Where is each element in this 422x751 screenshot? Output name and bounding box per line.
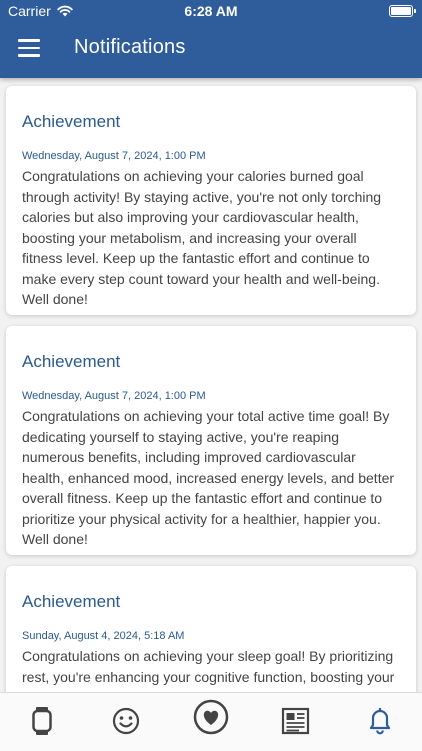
notification-card[interactable]: Achievement Wednesday, August 7, 2024, 1… <box>6 326 416 555</box>
notification-body: Congratulations on achieving your total … <box>22 408 395 547</box>
bell-icon <box>369 708 391 735</box>
tab-watch[interactable] <box>22 701 62 741</box>
notification-date: Sunday, August 4, 2024, 5:18 AM <box>22 630 185 642</box>
notification-card[interactable]: Achievement Sunday, August 4, 2024, 5:18… <box>6 566 416 692</box>
tab-notifications[interactable] <box>360 701 400 741</box>
tab-mood[interactable] <box>106 701 146 741</box>
hamburger-menu-icon[interactable] <box>18 39 40 57</box>
battery-icon <box>389 5 416 17</box>
watch-icon <box>32 707 52 735</box>
page-title: Notifications <box>74 36 186 58</box>
notification-title: Achievement <box>22 352 121 371</box>
notification-title: Achievement <box>22 592 121 611</box>
heart-icon <box>193 699 229 735</box>
status-bar: Carrier 6:28 AM <box>0 0 422 22</box>
tab-news[interactable] <box>275 701 315 741</box>
status-time: 6:28 AM <box>184 3 238 19</box>
tab-health[interactable] <box>191 697 231 737</box>
notification-date: Wednesday, August 7, 2024, 1:00 PM <box>22 150 206 162</box>
notification-body: Congratulations on achieving your calori… <box>22 168 382 307</box>
app-header: Carrier 6:28 AM Notifications <box>0 0 422 78</box>
notification-body: Congratulations on achieving your sleep … <box>22 648 395 692</box>
nav-bar: Notifications <box>0 22 422 78</box>
notification-list[interactable]: Achievement Wednesday, August 7, 2024, 1… <box>0 78 422 692</box>
notification-card[interactable]: Achievement Wednesday, August 7, 2024, 1… <box>6 86 416 315</box>
notification-title: Achievement <box>22 112 121 131</box>
tab-bar <box>0 692 422 751</box>
notification-date: Wednesday, August 7, 2024, 1:00 PM <box>22 390 206 402</box>
smiley-face-icon <box>112 707 140 735</box>
newspaper-icon <box>281 707 310 735</box>
